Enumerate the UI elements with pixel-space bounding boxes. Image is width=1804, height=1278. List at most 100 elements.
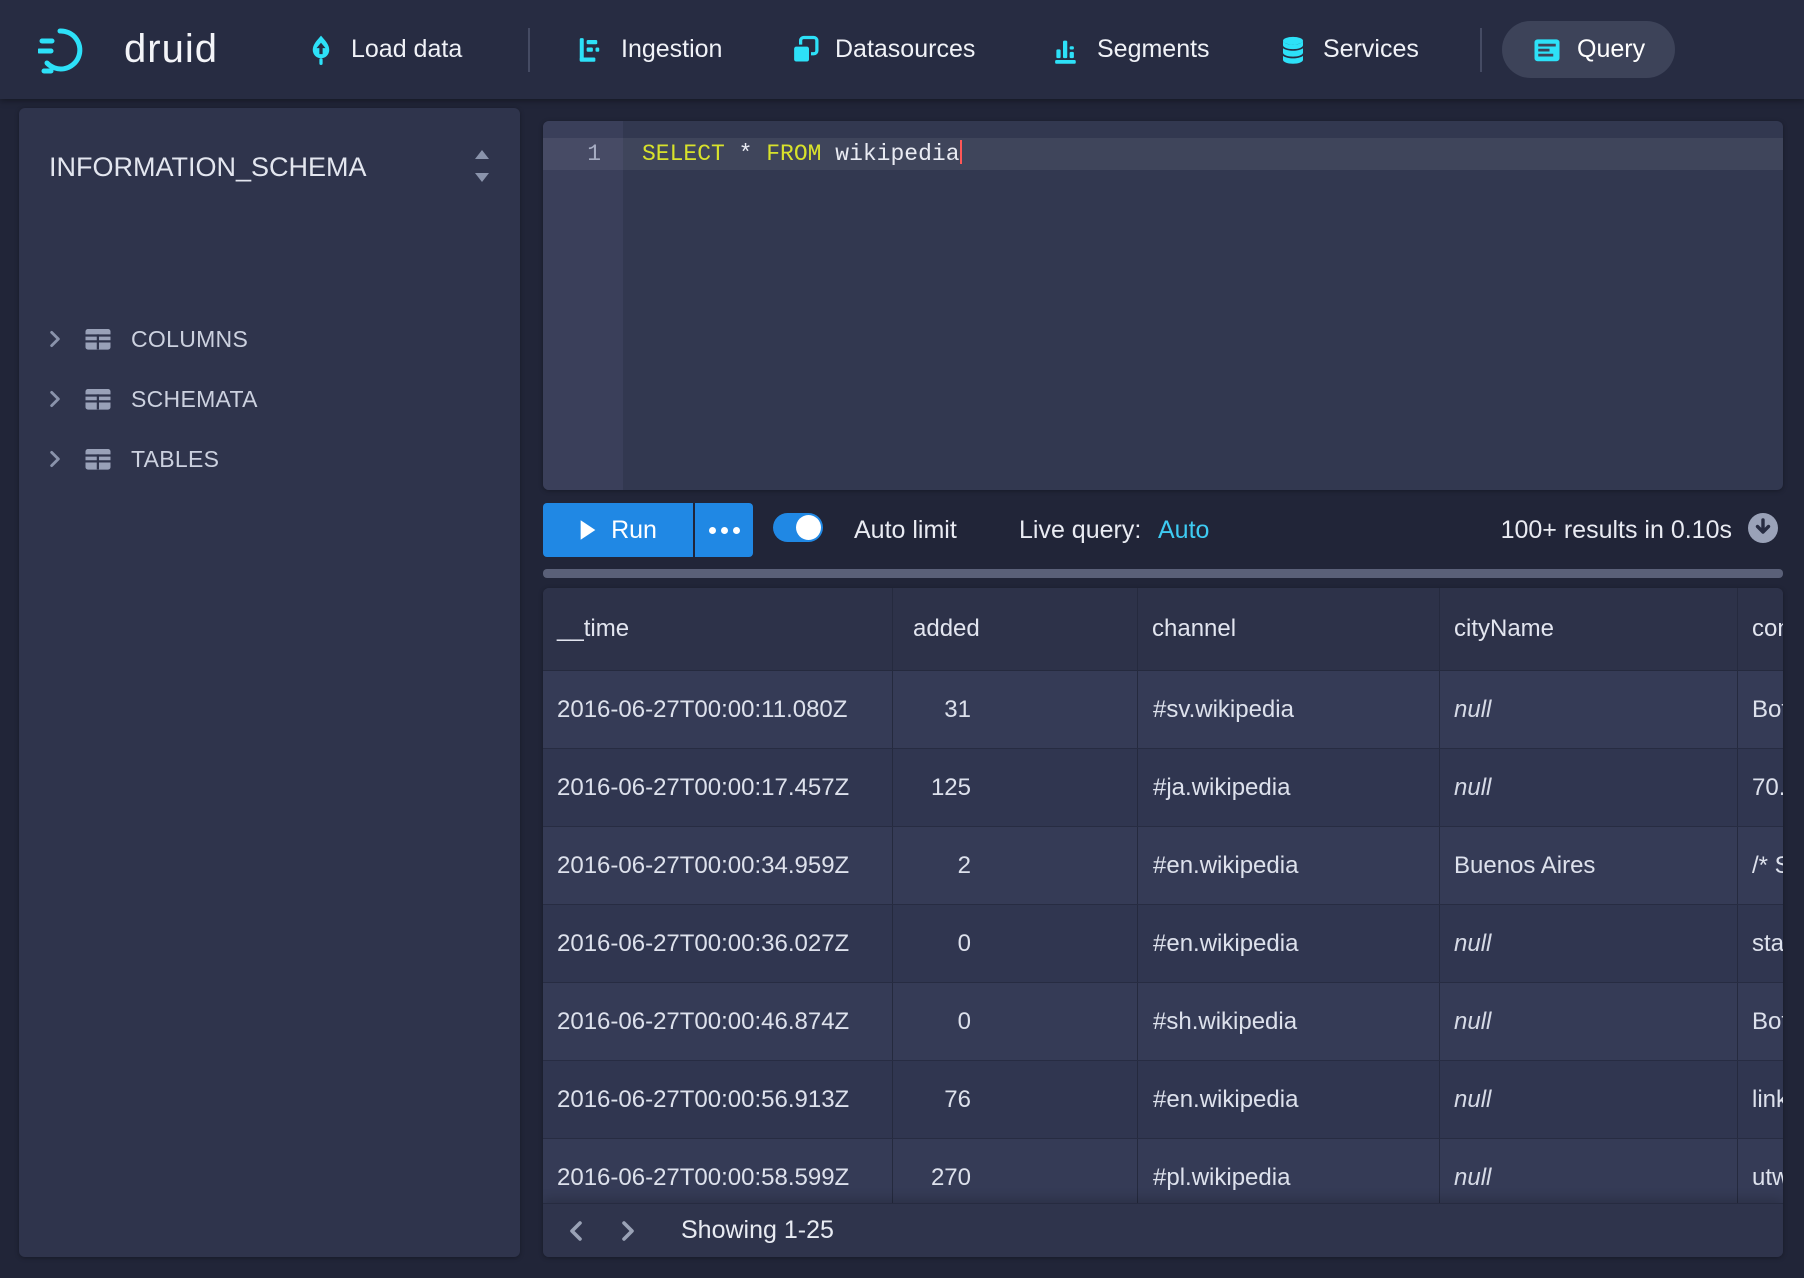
column-header-time[interactable]: __time [543,588,893,670]
next-page-button[interactable] [615,1219,639,1243]
table-row: 2016-06-27T00:00:11.080Z 31 #sv.wikipedi… [543,671,1783,749]
showing-range-label: Showing 1-25 [681,1216,834,1245]
nav-item-label: Ingestion [621,35,722,64]
datasources-icon [790,35,820,65]
chevron-right-icon[interactable] [45,449,65,469]
table-row: 2016-06-27T00:00:17.457Z 125 #ja.wikiped… [543,749,1783,827]
play-icon [579,519,597,541]
nav-item-load-data[interactable]: Load data [306,0,462,99]
cell-added: 2 [893,827,1138,904]
cell-time: 2016-06-27T00:00:56.913Z [543,1061,893,1138]
run-more-button[interactable] [695,503,753,557]
table-row: 2016-06-27T00:00:36.027Z 0 #en.wikipedia… [543,905,1783,983]
double-caret-icon[interactable] [469,146,495,186]
column-header-comment[interactable]: comment [1738,588,1783,670]
sidebar-item-label: COLUMNS [131,326,248,353]
upload-icon [306,35,336,65]
column-header-added[interactable]: added [893,588,1138,670]
live-query-value[interactable]: Auto [1158,503,1209,557]
services-icon [1278,35,1308,65]
text-cursor [960,140,962,164]
nav-item-datasources[interactable]: Datasources [790,0,975,99]
live-query-label: Live query: [1019,503,1141,557]
table-row: 2016-06-27T00:00:34.959Z 2 #en.wikipedia… [543,827,1783,905]
cell-added: 125 [893,749,1138,826]
cell-comment: /* S [1738,827,1783,904]
segments-icon [1052,35,1082,65]
table-row: 2016-06-27T00:00:56.913Z 76 #en.wikipedi… [543,1061,1783,1139]
nav-item-label: Query [1577,35,1645,64]
pagination-bar: Showing 1-25 [543,1203,1783,1257]
horizontal-scrollbar[interactable] [543,569,1783,578]
cell-cityname: null [1440,1061,1738,1138]
cell-channel: #sv.wikipedia [1138,671,1440,748]
cell-added: 0 [893,983,1138,1060]
sidebar-item-label: SCHEMATA [131,386,258,413]
column-header-cityname[interactable]: cityName [1440,588,1738,670]
cell-added: 76 [893,1061,1138,1138]
column-header-channel[interactable]: channel [1138,588,1440,670]
sidebar-item-schemata[interactable]: SCHEMATA [19,369,520,429]
auto-limit-toggle[interactable] [773,513,823,542]
nav-item-label: Datasources [835,35,975,64]
line-number: 1 [543,138,601,170]
cell-channel: #en.wikipedia [1138,827,1440,904]
schema-sidebar: INFORMATION_SCHEMA COLUMNS [19,108,520,1257]
sql-editor[interactable]: 1 SELECT * FROM wikipedia [543,121,1783,490]
nav-item-query-active[interactable]: Query [1502,21,1675,78]
nav-item-label: Load data [351,35,462,64]
cell-added: 31 [893,671,1138,748]
dots-icon [709,527,716,534]
auto-limit-label: Auto limit [854,503,957,557]
cell-comment: sta [1738,905,1783,982]
sidebar-item-columns[interactable]: COLUMNS [19,309,520,369]
nav-item-segments[interactable]: Segments [1052,0,1210,99]
schema-title: INFORMATION_SCHEMA [49,152,367,183]
cell-comment: utw [1738,1139,1783,1203]
cell-time: 2016-06-27T00:00:36.027Z [543,905,893,982]
cell-cityname: null [1440,983,1738,1060]
nav-item-ingestion[interactable]: Ingestion [576,0,722,99]
table-row: 2016-06-27T00:00:46.874Z 0 #sh.wikipedia… [543,983,1783,1061]
cell-comment: link [1738,1061,1783,1138]
chevron-right-icon[interactable] [45,389,65,409]
cell-channel: #en.wikipedia [1138,905,1440,982]
toggle-knob [796,515,821,540]
table-icon [83,384,113,414]
top-nav: druid Load data Ingestion [0,0,1804,99]
table-icon [83,324,113,354]
cell-channel: #ja.wikipedia [1138,749,1440,826]
cell-added: 270 [893,1139,1138,1203]
results-info: 100+ results in 0.10s [1501,503,1732,557]
druid-logo-icon [38,24,108,76]
sidebar-item-tables[interactable]: TABLES [19,429,520,489]
prev-page-button[interactable] [565,1219,589,1243]
nav-divider [1480,28,1482,72]
cell-time: 2016-06-27T00:00:11.080Z [543,671,893,748]
query-icon [1532,35,1562,65]
sql-text[interactable]: SELECT * FROM wikipedia [642,138,962,170]
cell-time: 2016-06-27T00:00:34.959Z [543,827,893,904]
nav-item-label: Segments [1097,35,1210,64]
results-table: __time added channel cityName comment 20… [543,588,1783,1257]
brand-name: druid [124,27,218,72]
results-header-row: __time added channel cityName comment [543,588,1783,671]
cell-cityname: null [1440,905,1738,982]
cell-added: 0 [893,905,1138,982]
editor-gutter [543,121,623,490]
schema-selector[interactable]: INFORMATION_SCHEMA [19,108,520,208]
nav-divider [528,28,530,72]
cell-channel: #en.wikipedia [1138,1061,1440,1138]
cell-channel: #sh.wikipedia [1138,983,1440,1060]
druid-brand[interactable]: druid [38,0,218,99]
sidebar-item-label: TABLES [131,446,219,473]
run-button[interactable]: Run [543,503,693,557]
cell-channel: #pl.wikipedia [1138,1139,1440,1203]
chevron-right-icon[interactable] [45,329,65,349]
download-icon[interactable] [1747,512,1779,544]
cell-cityname: null [1440,671,1738,748]
nav-item-services[interactable]: Services [1278,0,1419,99]
cell-time: 2016-06-27T00:00:58.599Z [543,1139,893,1203]
cell-comment: Bot [1738,983,1783,1060]
druid-console: { "nav": { "brand": "druid", "items": [ … [0,0,1804,1278]
